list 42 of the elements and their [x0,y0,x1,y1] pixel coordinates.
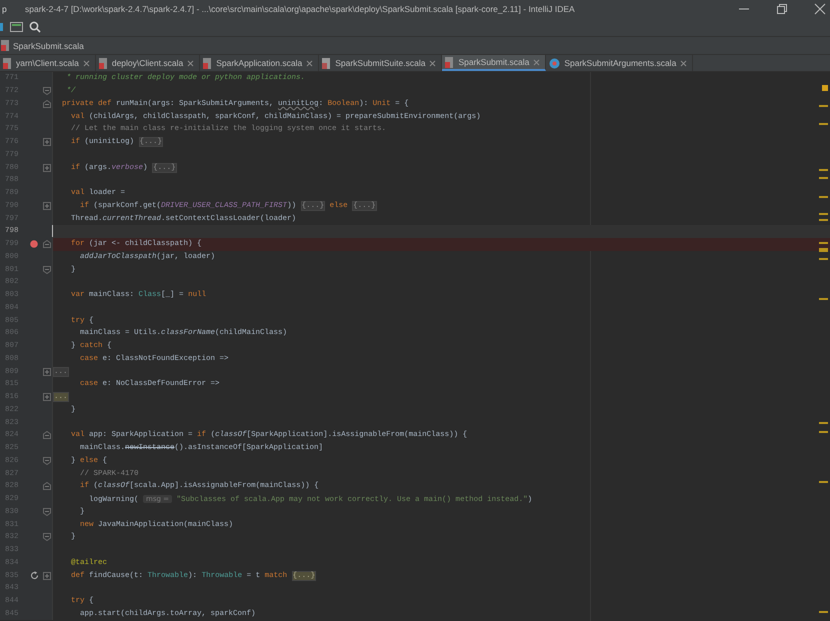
expand-icon[interactable] [43,138,51,146]
expand-icon[interactable] [43,164,51,172]
recursion-icon[interactable] [30,571,38,580]
expand-icon[interactable] [43,393,51,402]
object-icon [549,58,560,68]
window-title: spark-2-4-7 [D:\work\spark-2.4.7\spark-2.4.7] - ...\core\src\main\scala\org\apache\spark\deploy\SparkSubmit.scala [spark-core_2.11] - IntelliJ IDEA [24,4,576,14]
scala-file-icon [98,58,108,68]
expand-icon[interactable] [43,202,51,210]
fold-icon[interactable] [43,482,51,490]
fold-icon[interactable] [43,431,51,440]
close-icon[interactable] [814,3,826,15]
expand-icon[interactable] [43,572,51,580]
editor-tab[interactable]: yarn\Client.scala [0,55,96,71]
terminal-icon[interactable] [10,21,23,33]
editor-tab[interactable]: SparkSubmit.scala [442,55,546,71]
fold-icon[interactable] [43,533,51,542]
close-icon[interactable] [306,60,314,66]
restore-icon[interactable] [776,3,788,15]
fold-icon[interactable] [43,240,51,248]
breakpoint-icon[interactable] [30,240,38,248]
scala-file-icon [1,40,10,51]
editor-tab[interactable]: SparkApplication.scala [200,55,320,71]
fold-icon[interactable] [43,266,51,274]
editor-tab[interactable]: SparkSubmitArguments.scala [546,55,694,71]
fold-icon[interactable] [43,100,51,108]
breadcrumb-item[interactable]: SparkSubmit.scala [13,40,84,50]
fold-icon[interactable] [43,87,51,96]
close-icon[interactable] [429,60,436,66]
close-icon[interactable] [82,60,90,66]
search-icon[interactable] [29,21,41,33]
scala-file-icon [322,58,332,68]
scala-file-icon [3,58,12,68]
fold-icon[interactable] [43,508,51,516]
toolbar-icon[interactable] [0,21,4,33]
scala-file-icon [445,56,454,68]
close-icon[interactable] [680,60,688,66]
expand-icon[interactable] [43,368,51,376]
fold-icon[interactable] [43,456,51,465]
scala-file-icon [203,58,212,68]
menu-item[interactable]: p [0,4,24,14]
close-icon[interactable] [187,60,194,66]
editor-tab[interactable]: deploy\Client.scala [96,55,200,71]
